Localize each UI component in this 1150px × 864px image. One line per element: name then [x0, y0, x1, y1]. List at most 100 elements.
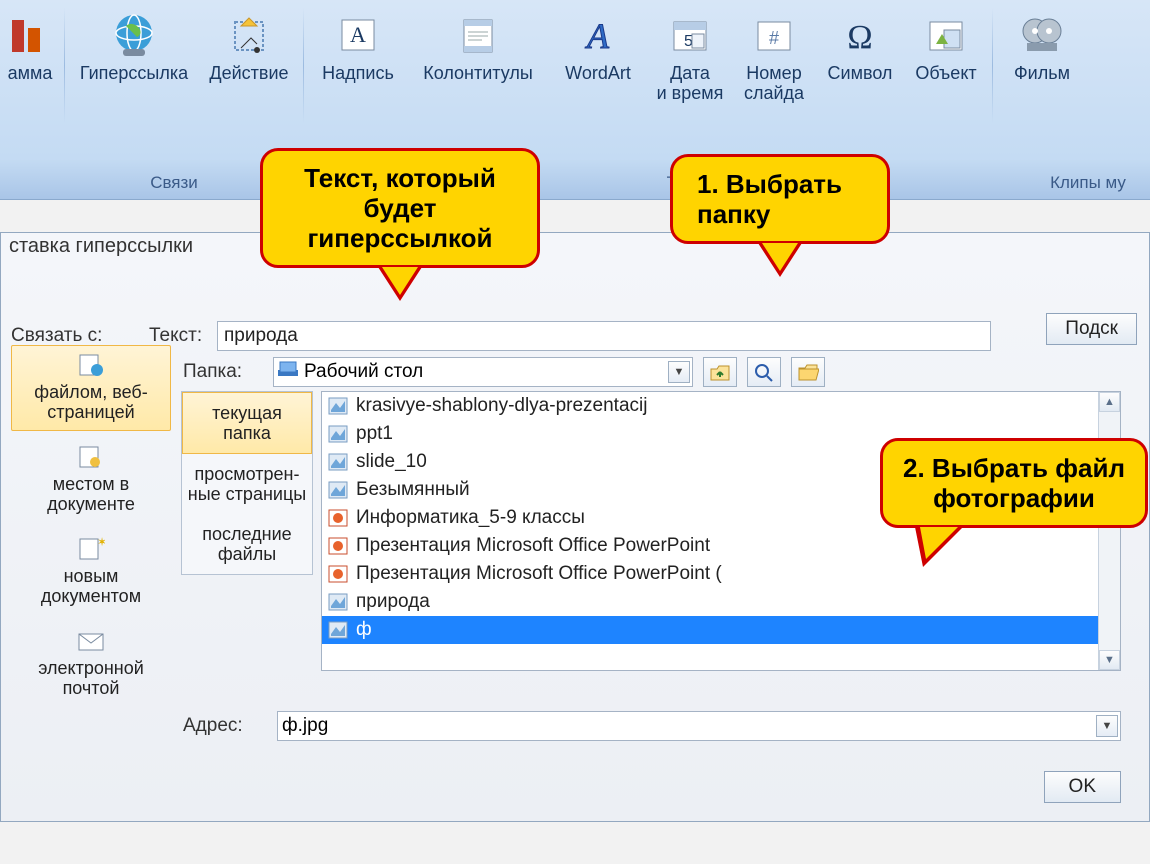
img-file-icon [328, 397, 348, 415]
callout-select-folder: 1. Выбрать папку [670, 154, 890, 244]
link-with-option-0[interactable]: файлом, веб-страницей [11, 345, 171, 431]
ribbon-separator [64, 8, 65, 123]
ribbon-item-label: амма [8, 63, 53, 83]
ppt-file-icon [328, 537, 348, 555]
header-footer-icon [458, 8, 498, 63]
address-row: Адрес: ф.jpg ▼ [183, 711, 1121, 741]
wordart-icon: A [576, 8, 620, 63]
ribbon-action[interactable]: Действие [199, 2, 299, 130]
link-with-option-1[interactable]: местом в документе [11, 437, 171, 523]
ribbon-textbox[interactable]: A Надпись [308, 2, 408, 130]
browse-file-button[interactable] [791, 357, 825, 387]
search-web-icon [753, 362, 775, 382]
file-name: Безымянный [356, 479, 470, 501]
lookin-option-1[interactable]: просмотрен-ные страницы [182, 454, 312, 514]
svg-text:#: # [769, 28, 779, 48]
look-in-sidebar: текущая папка просмотрен-ные страницы посл… [181, 391, 313, 575]
ribbon-item-label: Надпись [322, 63, 394, 83]
chevron-down-icon[interactable]: ▼ [1096, 715, 1118, 737]
ppt-file-icon [328, 565, 348, 583]
ribbon-item-label: Объект [915, 63, 976, 83]
file-list[interactable]: krasivye-shablony-dlya-prezentacijppt1sl… [321, 391, 1121, 671]
link-with-option-3[interactable]: электронной почтой [11, 621, 171, 707]
ribbon: амма Гиперссылка Действие A Надпись Колонтиту… [0, 0, 1150, 200]
lookin-option-2[interactable]: последние файлы [182, 514, 312, 574]
link-with-option-2[interactable]: ✶ новым документом [11, 529, 171, 615]
file-row[interactable]: природа [322, 588, 1120, 616]
ribbon-object[interactable]: Объект [904, 2, 988, 130]
link-with-label-text: новым документом [41, 566, 141, 606]
ribbon-item-label: Гиперссылка [80, 63, 188, 83]
ribbon-item-label: Датаи время [657, 63, 724, 103]
file-name: ф [356, 619, 372, 641]
svg-text:Ω: Ω [847, 19, 872, 56]
ribbon-separator [992, 8, 993, 123]
file-name: Информатика_5-9 классы [356, 507, 585, 529]
link-with-label-text: местом в документе [47, 474, 135, 514]
ribbon-item-label: Символ [828, 63, 893, 83]
text-label: Текст: [149, 325, 209, 347]
chevron-down-icon[interactable]: ▼ [668, 361, 690, 383]
new-doc-icon: ✶ [77, 536, 105, 562]
scrollbar[interactable]: ▲ ▼ [1098, 392, 1120, 670]
address-value: ф.jpg [282, 715, 1092, 737]
browse-web-button[interactable] [747, 357, 781, 387]
ribbon-item-label: Номерслайда [744, 63, 804, 103]
folder-combo[interactable]: Рабочий стол ▼ [273, 357, 693, 387]
ribbon-slide-number[interactable]: # Номерслайда [732, 2, 816, 130]
ribbon-chart[interactable]: амма [0, 2, 60, 130]
file-row[interactable]: Презентация Microsoft Office PowerPoint … [322, 560, 1120, 588]
email-icon [77, 628, 105, 654]
file-row[interactable]: ф [322, 616, 1120, 644]
file-name: природа [356, 591, 430, 613]
dialog-title: ставка гиперссылки [9, 235, 193, 258]
file-name: ppt1 [356, 423, 393, 445]
address-label: Адрес: [183, 715, 263, 737]
ribbon-globe[interactable]: Гиперссылка [69, 2, 199, 130]
ribbon-date[interactable]: 5Датаи время [648, 2, 732, 130]
lookin-label: просмотрен-ные страницы [188, 464, 306, 504]
chart-icon [8, 8, 52, 63]
action-icon [227, 8, 271, 63]
ok-button[interactable]: OK [1044, 771, 1121, 803]
ribbon-item-label: Колонтитулы [423, 63, 533, 83]
open-folder-icon [797, 362, 819, 382]
callout-select-file: 2. Выбрать файл фотографии [880, 438, 1148, 528]
callout-text-hyperlink: Текст, который будет гиперссылкой [260, 148, 540, 268]
screen-tip-button[interactable]: Подск [1046, 313, 1137, 345]
img-file-icon [328, 593, 348, 611]
file-name: krasivye-shablony-dlya-prezentacij [356, 395, 647, 417]
ribbon-item-label: Действие [209, 63, 288, 83]
ppt-file-icon [328, 509, 348, 527]
slide-number-icon: # [754, 8, 794, 63]
object-icon [926, 8, 966, 63]
text-input[interactable] [217, 321, 991, 351]
scroll-down-icon[interactable]: ▼ [1099, 650, 1120, 670]
file-name: Презентация Microsoft Office PowerPoint … [356, 563, 722, 585]
link-with-sidebar: файлом, веб-страницей местом в документе ✶… [11, 345, 171, 707]
ribbon-wordart[interactable]: AWordArt [548, 2, 648, 130]
ribbon-item-label: WordArt [565, 63, 631, 83]
ribbon-header-footer[interactable]: Колонтитулы [408, 2, 548, 130]
lookin-option-0[interactable]: текущая папка [182, 392, 312, 454]
symbol-icon: Ω [838, 8, 882, 63]
ribbon-separator [303, 8, 304, 123]
ribbon-item-label: Фильм [1014, 63, 1070, 83]
img-file-icon [328, 425, 348, 443]
address-combo[interactable]: ф.jpg ▼ [277, 711, 1121, 741]
up-folder-button[interactable] [703, 357, 737, 387]
ribbon-film[interactable]: Фильм [997, 2, 1087, 130]
up-folder-icon [709, 362, 731, 382]
scroll-up-icon[interactable]: ▲ [1099, 392, 1120, 412]
file-row[interactable]: Презентация Microsoft Office PowerPoint [322, 532, 1120, 560]
svg-text:✶: ✶ [97, 536, 105, 549]
place-doc-icon [77, 444, 105, 470]
svg-text:A: A [350, 22, 366, 47]
file-row[interactable]: krasivye-shablony-dlya-prezentacij [322, 392, 1120, 420]
film-icon [1019, 8, 1065, 63]
ribbon-group-media: Клипы му [1028, 171, 1148, 199]
ribbon-symbol[interactable]: Ω Символ [816, 2, 904, 130]
globe-icon [109, 8, 159, 63]
lookin-label: текущая папка [212, 403, 282, 443]
lookin-label: последние файлы [202, 524, 291, 564]
